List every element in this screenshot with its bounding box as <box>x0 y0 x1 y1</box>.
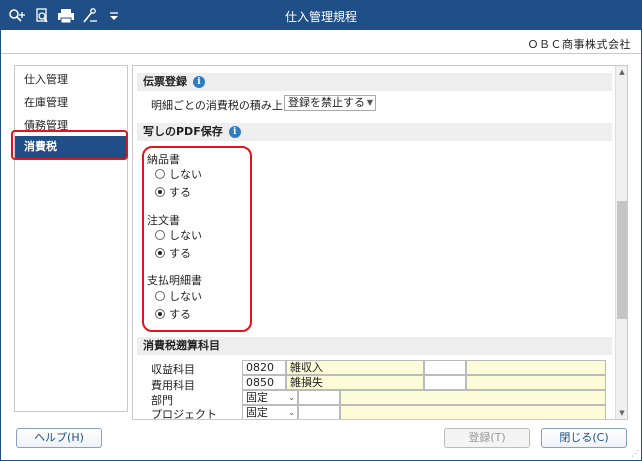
expense-account-extra[interactable] <box>424 375 466 390</box>
sidebar: 仕入管理 在庫管理 債務管理 消費税 <box>14 65 128 412</box>
section-title: 消費税遡算科目 <box>143 339 220 352</box>
main-panel: 伝票登録 i 明細ごとの消費税の積み上げ 登録を禁止する ▼ 写しのPDF保存 … <box>132 65 628 420</box>
divider <box>1 53 641 54</box>
project-label: プロジェクト <box>151 408 217 420</box>
revenue-account-extra-name[interactable] <box>466 360 606 375</box>
window: 仕入管理規程 ＯＢＣ商事株式会社 仕入管理 在庫管理 債務管理 消費税 伝票登録… <box>0 0 642 461</box>
info-icon[interactable]: i <box>228 126 241 138</box>
section-header-pdf: 写しのPDF保存 i <box>137 123 612 141</box>
section-title: 写しのPDF保存 <box>143 125 223 138</box>
revenue-account-name[interactable]: 雑収入 <box>286 360 424 375</box>
chevron-down-icon: ⌄ <box>288 408 295 417</box>
register-button[interactable]: 登録(T) <box>444 428 530 448</box>
scroll-down-icon[interactable]: ▼ <box>616 407 627 419</box>
sidebar-highlight-annotation <box>11 130 128 160</box>
chevron-down-icon: ⌄ <box>288 393 295 402</box>
title-bar: 仕入管理規程 <box>1 1 641 30</box>
sidebar-item-purchase[interactable]: 仕入管理 <box>15 69 127 91</box>
select-value: 固定 <box>246 391 268 404</box>
scroll-up-icon[interactable]: ▲ <box>616 66 627 78</box>
project-name[interactable] <box>340 405 606 419</box>
project-code[interactable] <box>298 405 340 419</box>
scrollbar-thumb[interactable] <box>617 201 627 319</box>
section-header-denpyo: 伝票登録 i <box>137 73 612 91</box>
department-name[interactable] <box>340 390 606 405</box>
section-title: 伝票登録 <box>143 75 187 88</box>
project-mode-select[interactable]: 固定 ⌄ <box>242 405 298 419</box>
select-value: 登録を禁止する <box>288 96 365 109</box>
tax-accumulation-label: 明細ごとの消費税の積み上げ <box>151 99 294 112</box>
expense-account-label: 費用科目 <box>151 379 195 392</box>
resize-grip-icon[interactable]: ⋰ <box>631 449 639 458</box>
section-header-accounts: 消費税遡算科目 <box>137 337 612 355</box>
revenue-account-code[interactable]: 0820 <box>242 360 286 375</box>
select-value: 固定 <box>246 406 268 419</box>
revenue-account-label: 収益科目 <box>151 363 195 376</box>
vertical-scrollbar[interactable]: ▲ ▼ <box>615 66 627 419</box>
expense-account-extra-name[interactable] <box>466 375 606 390</box>
tax-accumulation-select[interactable]: 登録を禁止する ▼ <box>284 95 376 111</box>
help-button[interactable]: ヘルプ(H) <box>16 428 102 448</box>
close-button[interactable]: 閉じる(C) <box>541 428 627 448</box>
chevron-down-icon: ▼ <box>366 98 373 107</box>
window-title: 仕入管理規程 <box>284 10 357 24</box>
sidebar-item-inventory[interactable]: 在庫管理 <box>15 92 127 114</box>
revenue-account-extra[interactable] <box>424 360 466 375</box>
expense-account-code[interactable]: 0850 <box>242 375 286 390</box>
department-code[interactable] <box>298 390 340 405</box>
pdf-highlight-annotation <box>142 146 252 332</box>
expense-account-name[interactable]: 雑損失 <box>286 375 424 390</box>
company-name: ＯＢＣ商事株式会社 <box>527 38 631 51</box>
department-mode-select[interactable]: 固定 ⌄ <box>242 390 298 405</box>
info-icon[interactable]: i <box>193 76 205 88</box>
